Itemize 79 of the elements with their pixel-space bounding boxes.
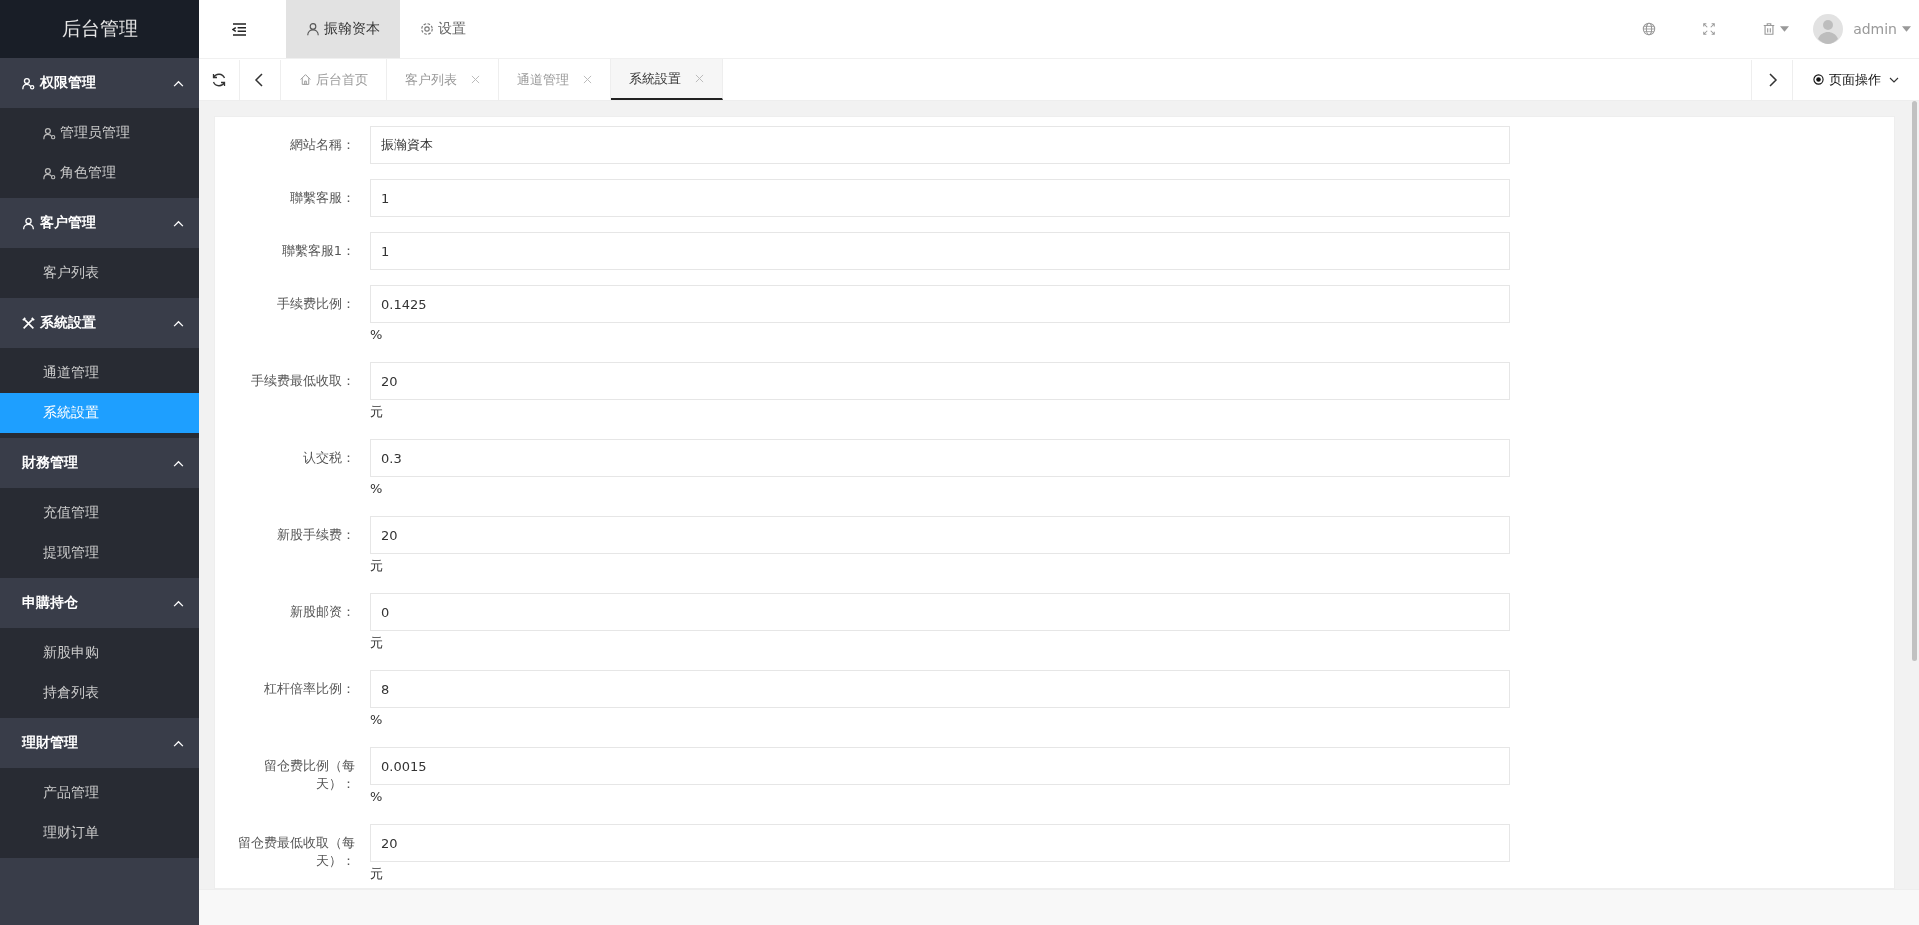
unit-text: % bbox=[370, 326, 384, 344]
settings-icon bbox=[420, 22, 434, 36]
close-icon[interactable] bbox=[471, 75, 480, 84]
chevron-right-icon[interactable] bbox=[1751, 59, 1793, 100]
user-gear-icon bbox=[22, 76, 35, 90]
sidebar-item[interactable]: 充值管理 bbox=[0, 493, 199, 533]
page-tab[interactable]: 系統設置 bbox=[611, 59, 723, 100]
chevron-icon bbox=[173, 739, 184, 747]
user-gear-icon bbox=[43, 166, 56, 180]
globe-icon[interactable] bbox=[1642, 22, 1657, 36]
home-icon bbox=[299, 73, 312, 86]
chevron-icon bbox=[173, 219, 184, 227]
menu-toggle-icon[interactable] bbox=[232, 22, 247, 36]
field-label: 手续费比例： bbox=[276, 295, 356, 313]
field-label: 杠杆倍率比例： bbox=[263, 680, 356, 698]
sidebar-group-title: 权限管理 bbox=[40, 74, 97, 92]
input-field[interactable]: 20 bbox=[370, 824, 1510, 862]
input-field[interactable]: 0.1425 bbox=[370, 285, 1510, 323]
page-actions-menu[interactable]: 页面操作 bbox=[1793, 70, 1919, 89]
input-field[interactable]: 1 bbox=[370, 232, 1510, 270]
chevron-icon bbox=[173, 319, 184, 327]
top-nav-item[interactable]: 振翰资本 bbox=[286, 0, 400, 58]
close-icon[interactable] bbox=[583, 75, 592, 84]
sidebar-item[interactable]: 提现管理 bbox=[0, 533, 199, 573]
sidebar-item[interactable]: 持倉列表 bbox=[0, 673, 199, 713]
input-field[interactable]: 20 bbox=[370, 362, 1510, 400]
top-nav-item[interactable]: 设置 bbox=[400, 0, 486, 58]
fullscreen-icon[interactable] bbox=[1702, 22, 1717, 36]
app-logo: 后台管理 bbox=[0, 0, 199, 58]
input-field[interactable]: 20 bbox=[370, 516, 1510, 554]
sidebar-item[interactable]: 产品管理 bbox=[0, 773, 199, 813]
unit-text: 元 bbox=[370, 557, 384, 575]
unit-text: % bbox=[370, 788, 384, 806]
sidebar-item[interactable]: 通道管理 bbox=[0, 353, 199, 393]
unit-text: % bbox=[370, 711, 384, 729]
chevron-icon bbox=[173, 599, 184, 607]
chevron-down-icon bbox=[1889, 76, 1899, 83]
trash-icon bbox=[1762, 22, 1777, 36]
chevron-icon bbox=[173, 79, 184, 87]
sidebar-item[interactable]: 角色管理 bbox=[0, 153, 199, 193]
sidebar-item[interactable]: 管理员管理 bbox=[0, 113, 199, 153]
input-field[interactable]: 0 bbox=[370, 593, 1510, 631]
tools-icon bbox=[22, 316, 35, 330]
field-label: 认交税： bbox=[302, 449, 356, 467]
input-field[interactable]: 0.0015 bbox=[370, 747, 1510, 785]
input-field[interactable]: 1 bbox=[370, 179, 1510, 217]
avatar-icon bbox=[1813, 14, 1844, 44]
sidebar-group-title: 客户管理 bbox=[40, 214, 97, 232]
chevron-icon bbox=[173, 459, 184, 467]
input-field[interactable]: 8 bbox=[370, 670, 1510, 708]
sidebar-group-title: 理財管理 bbox=[22, 734, 79, 752]
trash-menu[interactable] bbox=[1762, 22, 1790, 36]
user-icon bbox=[306, 22, 320, 36]
field-label: 新股手续费： bbox=[276, 526, 356, 544]
user-gear-icon bbox=[43, 126, 56, 140]
sidebar-item[interactable]: 理财订单 bbox=[0, 813, 199, 853]
sidebar-group-title: 系統設置 bbox=[40, 314, 97, 332]
sidebar-item[interactable]: 新股申购 bbox=[0, 633, 199, 673]
caret-icon bbox=[1780, 26, 1790, 32]
field-label: 新股邮资： bbox=[289, 603, 356, 621]
field-label: 網站名稱： bbox=[289, 136, 356, 154]
input-field[interactable]: 振瀚資本 bbox=[370, 126, 1510, 164]
user-icon bbox=[22, 216, 35, 230]
close-icon[interactable] bbox=[695, 74, 704, 83]
field-label: 手续费最低收取： bbox=[250, 372, 356, 390]
scrollbar[interactable] bbox=[1912, 101, 1917, 661]
field-label: 聯繫客服： bbox=[289, 189, 356, 207]
caret-icon bbox=[1902, 26, 1911, 32]
unit-text: 元 bbox=[370, 403, 384, 421]
field-label: 聯繫客服1： bbox=[280, 242, 356, 260]
unit-text: 元 bbox=[370, 634, 384, 652]
radio-dot-icon bbox=[1813, 74, 1824, 85]
unit-text: % bbox=[370, 480, 384, 498]
sidebar-group-title: 財務管理 bbox=[22, 454, 79, 472]
input-field[interactable]: 0.3 bbox=[370, 439, 1510, 477]
sidebar-group-title: 申購持仓 bbox=[22, 594, 79, 612]
field-label: 留仓费最低收取（每天）： bbox=[237, 834, 356, 870]
field-label: 留仓费比例（每天）： bbox=[263, 757, 356, 793]
unit-text: 元 bbox=[370, 865, 384, 883]
